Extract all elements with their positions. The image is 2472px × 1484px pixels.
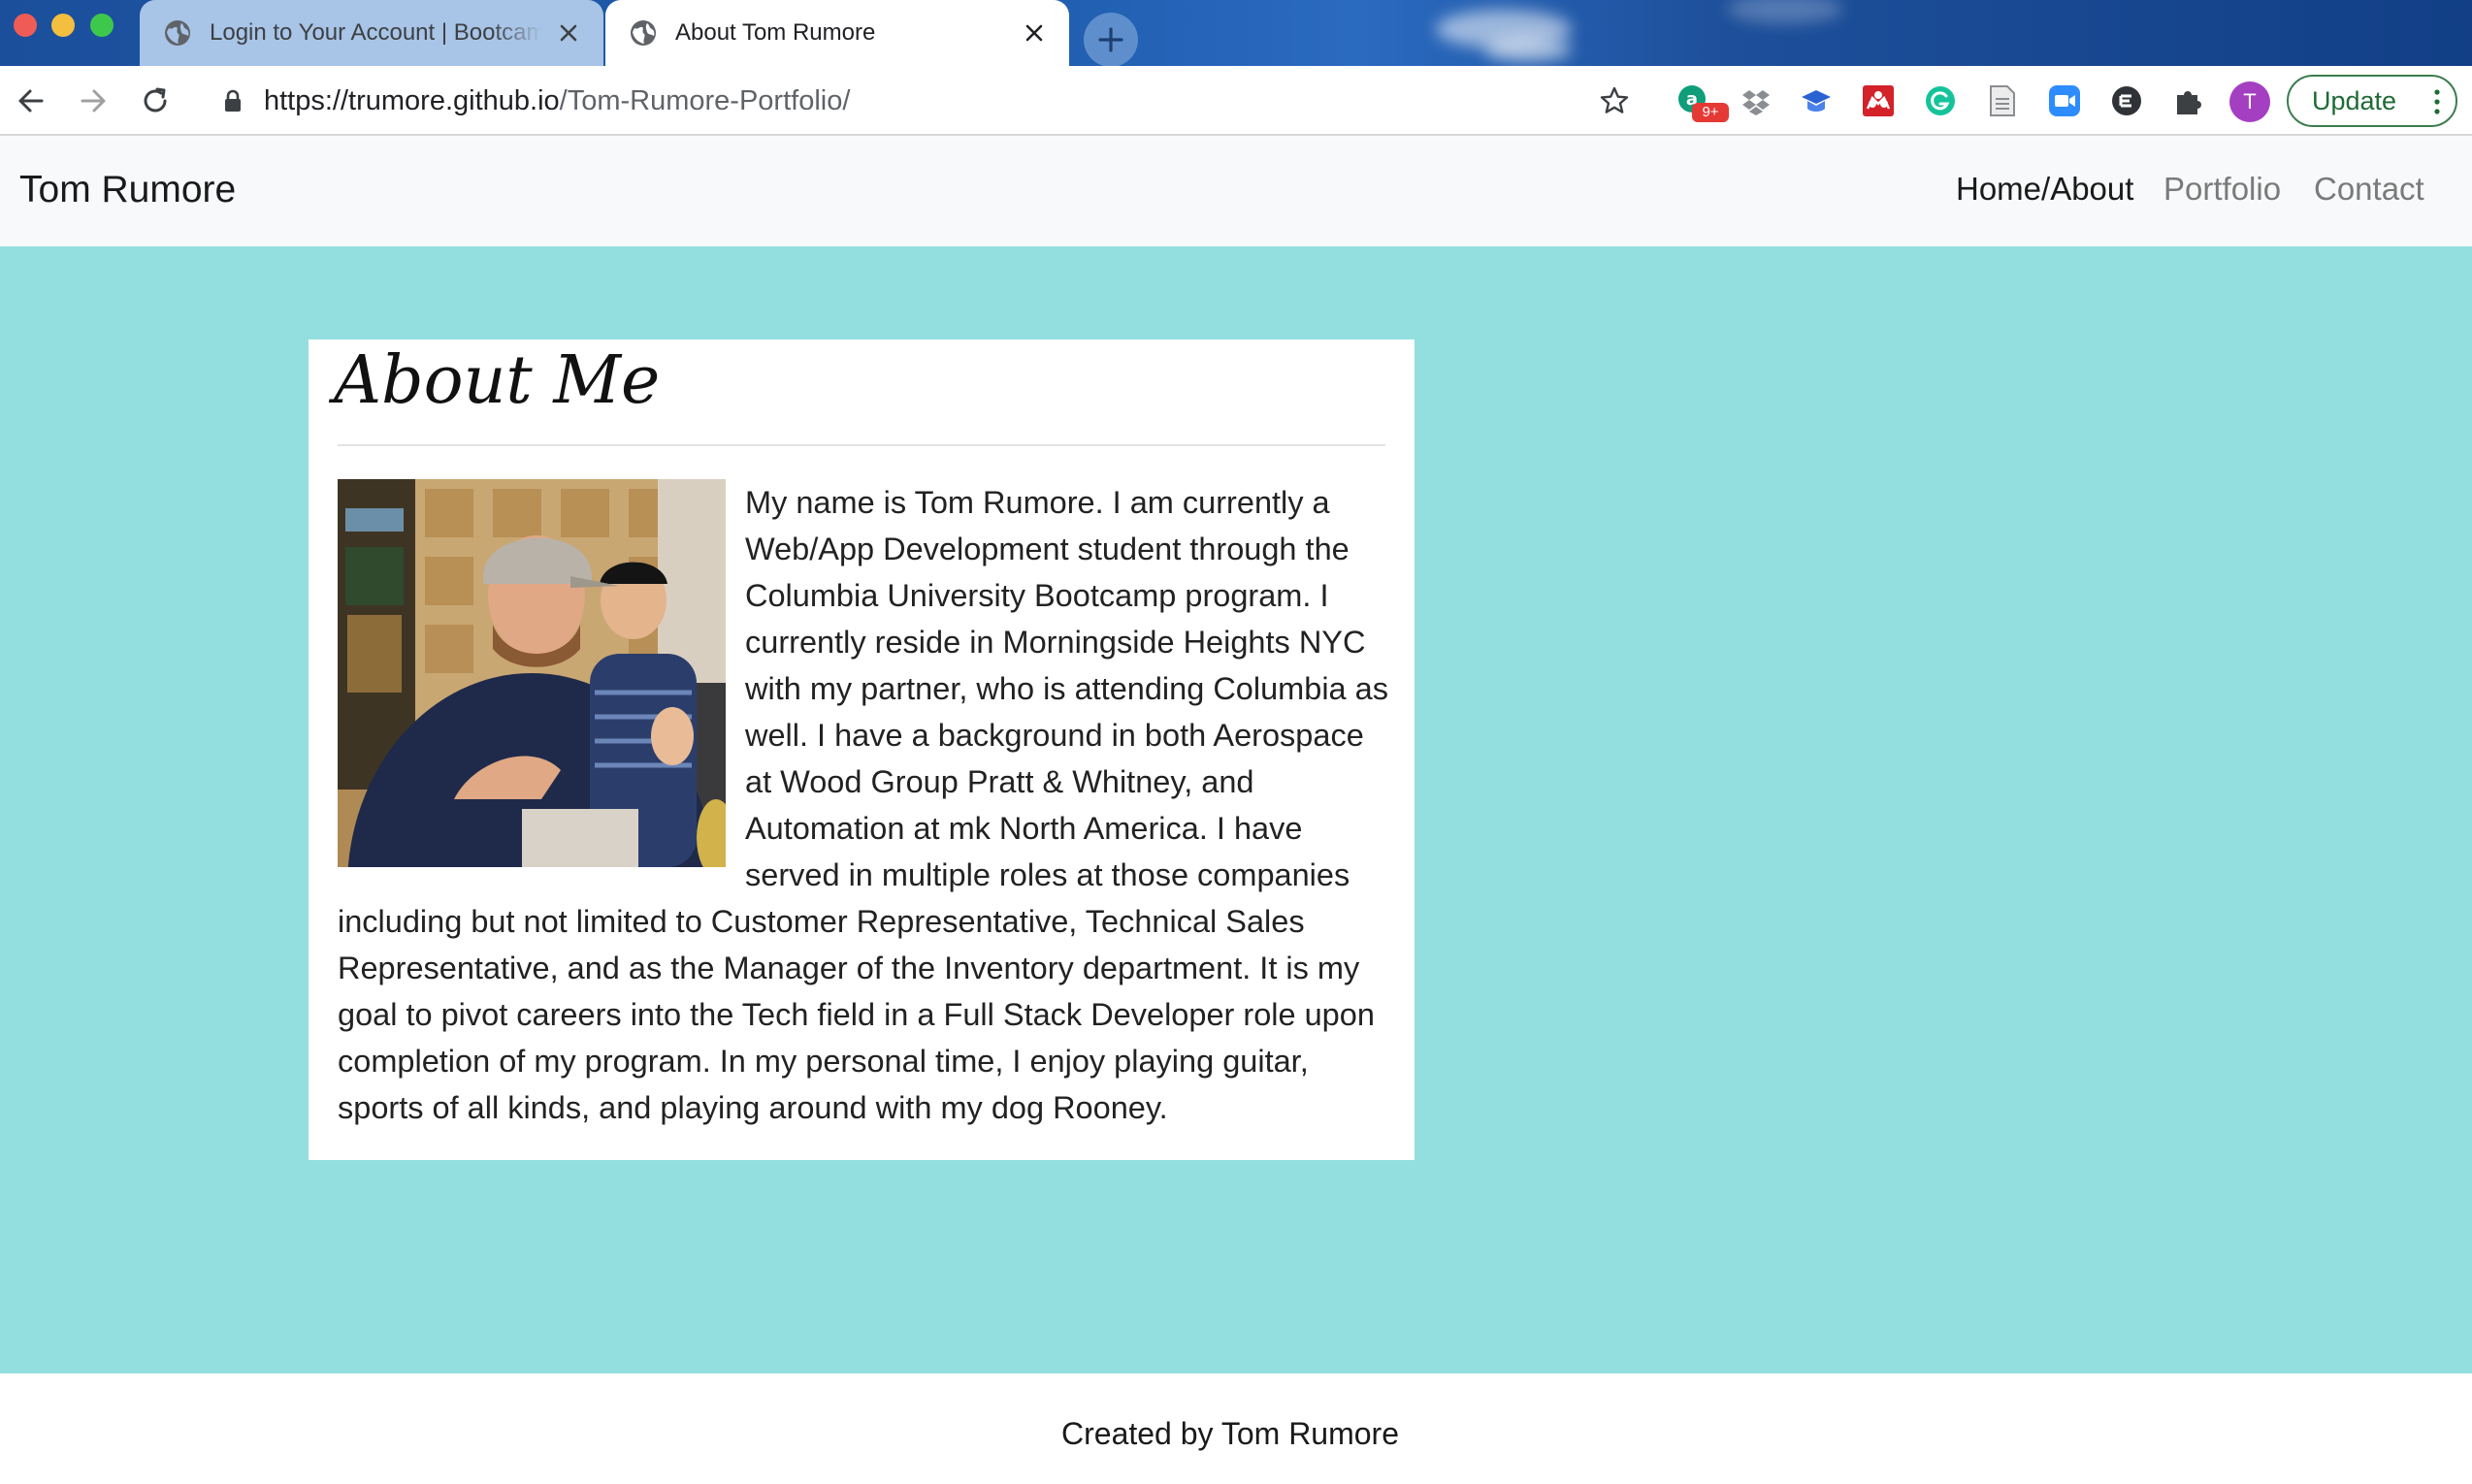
zoom-icon[interactable] bbox=[2045, 81, 2084, 120]
url-path: /Tom-Rumore-Portfolio/ bbox=[559, 85, 851, 116]
site-footer: Created by Tom Rumore bbox=[0, 1373, 2472, 1484]
window-minimize-button[interactable] bbox=[51, 14, 75, 37]
window-close-button[interactable] bbox=[14, 14, 37, 37]
back-button[interactable] bbox=[12, 81, 50, 120]
arrow-right-icon bbox=[81, 89, 106, 113]
forward-button[interactable] bbox=[74, 81, 113, 120]
window-maximize-button[interactable] bbox=[90, 14, 114, 37]
browser-tab-active[interactable]: About Tom Rumore bbox=[605, 0, 1069, 66]
close-icon[interactable] bbox=[551, 16, 586, 50]
site-navbar: Tom Rumore Home/About Portfolio Contact bbox=[0, 136, 2472, 246]
tab-title: About Tom Rumore bbox=[675, 19, 876, 46]
heading-divider bbox=[338, 444, 1385, 446]
profile-avatar[interactable]: T bbox=[2229, 81, 2270, 122]
mendeley-icon[interactable] bbox=[1859, 81, 1898, 120]
globe-icon bbox=[629, 18, 658, 48]
new-tab-button[interactable] bbox=[1084, 13, 1138, 66]
update-label: Update bbox=[2312, 85, 2397, 115]
lock-icon[interactable] bbox=[219, 87, 246, 114]
footer-credit: Created by Tom Rumore bbox=[1061, 1416, 1399, 1451]
grammarly-apps-icon[interactable]: a 9+ bbox=[1675, 81, 1729, 122]
nav-link-contact[interactable]: Contact bbox=[2314, 171, 2424, 208]
document-icon[interactable] bbox=[1983, 81, 2022, 120]
sky-cloud bbox=[1727, 0, 1843, 23]
browser-tab-login[interactable]: Login to Your Account | Bootcamp Spot bbox=[140, 0, 603, 66]
about-card: About Me My name is Tom Rumore. I am cur… bbox=[309, 339, 1415, 1160]
sky-cloud bbox=[1484, 37, 1572, 62]
eyeo-icon[interactable] bbox=[2107, 81, 2146, 120]
dropbox-icon[interactable] bbox=[1737, 81, 1775, 120]
notification-badge: 9+ bbox=[1692, 103, 1729, 122]
nav-link-home-about[interactable]: Home/About bbox=[1956, 171, 2133, 208]
more-vert-icon bbox=[2434, 89, 2440, 114]
arrow-left-icon bbox=[18, 89, 44, 113]
globe-icon bbox=[163, 18, 192, 48]
puzzle-icon[interactable] bbox=[2169, 81, 2208, 120]
close-icon[interactable] bbox=[1017, 16, 1052, 50]
profile-photo bbox=[338, 479, 726, 867]
main-content: About Me My name is Tom Rumore. I am cur… bbox=[0, 246, 2472, 1373]
update-button[interactable]: Update bbox=[2287, 75, 2457, 127]
address-bar[interactable]: https://trumore.github.io/Tom-Rumore-Por… bbox=[264, 81, 850, 120]
grammarly-icon[interactable] bbox=[1921, 81, 1960, 120]
tab-title: Login to Your Account | Bootcamp Spot bbox=[210, 19, 541, 46]
nav-link-portfolio[interactable]: Portfolio bbox=[2163, 171, 2281, 208]
site-brand[interactable]: Tom Rumore bbox=[19, 169, 236, 211]
about-section: My name is Tom Rumore. I am currently a … bbox=[338, 479, 1395, 1131]
url-host: https://trumore.github.io bbox=[264, 85, 560, 116]
reload-icon bbox=[144, 87, 167, 113]
browser-tab-strip: Login to Your Account | Bootcamp Spot Ab… bbox=[0, 0, 2472, 66]
graduation-cap-icon[interactable] bbox=[1797, 81, 1836, 120]
plus-icon bbox=[1098, 27, 1123, 52]
about-heading: About Me bbox=[334, 342, 661, 419]
browser-toolbar: https://trumore.github.io/Tom-Rumore-Por… bbox=[0, 66, 2472, 136]
reload-button[interactable] bbox=[136, 81, 175, 120]
bookmark-star-icon[interactable] bbox=[1595, 81, 1634, 120]
